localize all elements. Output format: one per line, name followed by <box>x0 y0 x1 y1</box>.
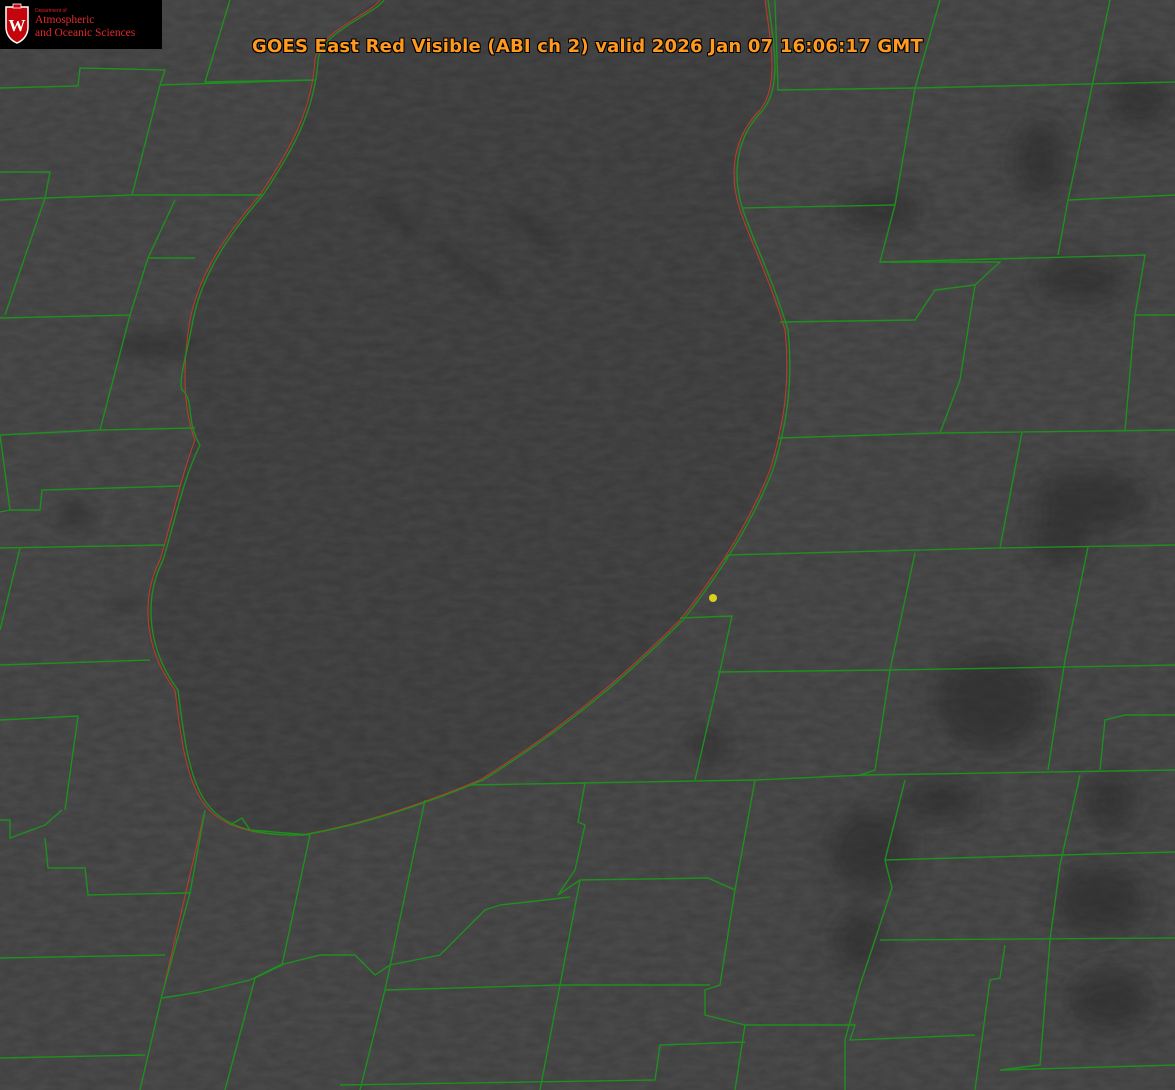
uw-crest-icon: W <box>5 3 29 44</box>
logo-line-1: Atmospheric <box>35 14 95 26</box>
cloud-texture <box>0 0 1175 1090</box>
svg-text:W: W <box>9 16 26 35</box>
location-marker <box>709 594 717 602</box>
satellite-map[interactable] <box>0 0 1175 1090</box>
aos-logo: W Department of Atmospheric and Oceanic … <box>0 0 162 49</box>
logo-line-2: and Oceanic Sciences <box>35 27 136 39</box>
